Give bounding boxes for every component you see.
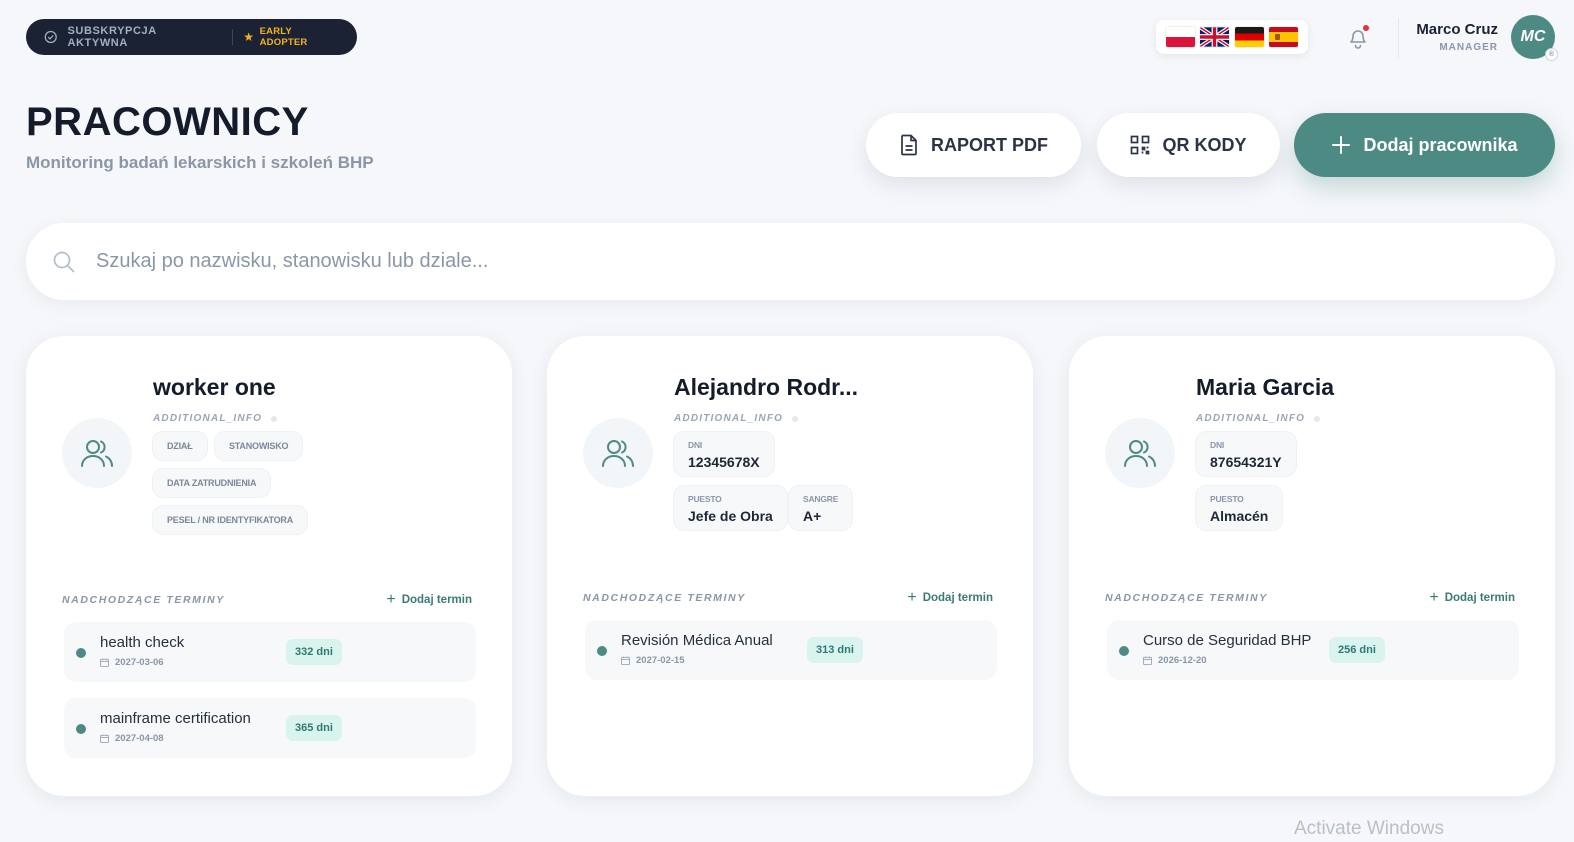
- language-switcher: [1156, 20, 1308, 54]
- search-input[interactable]: [96, 250, 1496, 273]
- upcoming-terms-label: NADCHODZĄCE TERMINY: [62, 594, 225, 606]
- term-name: mainframe certification: [100, 710, 251, 727]
- term-item[interactable]: mainframe certification 2027-04-08 365 d…: [64, 698, 476, 758]
- plus-icon: +: [907, 589, 917, 606]
- user-role: MANAGER: [1439, 42, 1498, 53]
- qr-codes-button[interactable]: QR KODY: [1097, 113, 1280, 177]
- term-date: 2027-04-08: [100, 733, 164, 744]
- star-icon: ★: [243, 30, 255, 44]
- term-item[interactable]: Curso de Seguridad BHP 2026-12-20 256 dn…: [1107, 620, 1519, 680]
- field-blood-type: SANGRE A+: [789, 486, 853, 530]
- users-icon: [1124, 440, 1156, 467]
- add-term-button[interactable]: + Dodaj termin: [1429, 590, 1515, 606]
- tag-position: STANOWISKO: [215, 432, 303, 460]
- upcoming-terms-label: NADCHODZĄCE TERMINY: [583, 592, 746, 604]
- users-icon: [602, 440, 634, 467]
- days-left-badge: 332 dni: [286, 639, 342, 665]
- worker-avatar: [62, 418, 132, 488]
- tag-employment-date: DATA ZATRUDNIENIA: [153, 469, 271, 497]
- add-worker-button[interactable]: Dodaj pracownika: [1294, 113, 1555, 177]
- notification-dot: [1363, 25, 1369, 31]
- search-icon: [53, 251, 75, 272]
- term-date: 2026-12-20: [1143, 655, 1207, 666]
- document-icon: [901, 134, 917, 156]
- user-avatar[interactable]: MC ®: [1511, 15, 1558, 61]
- status-dot: [1119, 646, 1129, 656]
- term-item[interactable]: health check 2027-03-06 332 dni: [64, 622, 476, 682]
- term-name: Revisión Médica Anual: [621, 632, 773, 649]
- days-left-badge: 313 dni: [807, 637, 863, 663]
- early-adopter-label: EARLY ADOPTER: [259, 26, 308, 48]
- term-item[interactable]: Revisión Médica Anual 2027-02-15 313 dni: [585, 620, 997, 680]
- term-date: 2027-03-06: [100, 657, 164, 668]
- check-circle-icon: [44, 30, 57, 44]
- search-bar: [26, 223, 1555, 300]
- term-name: health check: [100, 634, 185, 651]
- qr-code-icon: [1131, 135, 1150, 155]
- field-dni: DNI 12345678X: [674, 432, 774, 476]
- field-dni: DNI 87654321Y: [1196, 432, 1296, 476]
- pill-divider: [232, 29, 234, 45]
- page-title: PRACOWNICY: [26, 100, 309, 144]
- calendar-icon: [100, 658, 109, 667]
- term-name: Curso de Seguridad BHP: [1143, 632, 1312, 649]
- calendar-icon: [1143, 656, 1152, 665]
- add-term-button[interactable]: + Dodaj termin: [386, 592, 472, 608]
- upcoming-terms-label: NADCHODZĄCE TERMINY: [1105, 592, 1268, 604]
- qr-codes-label: QR KODY: [1162, 134, 1247, 155]
- avatar-initials: MC: [1520, 28, 1546, 45]
- subscription-label: SUBSKRYPCJA AKTYWNA: [67, 25, 157, 49]
- status-dot: [597, 646, 607, 656]
- field-position: PUESTO Jefe de Obra: [674, 486, 787, 530]
- tag-id-number: PESEL / NR IDENTYFIKATORA: [153, 506, 308, 534]
- worker-card[interactable]: Alejandro Rodr... ADDITIONAL_INFO DNI 12…: [547, 336, 1033, 796]
- calendar-icon: [100, 734, 109, 743]
- additional-info-label: ADDITIONAL_INFO: [153, 413, 278, 424]
- additional-info-label: ADDITIONAL_INFO: [674, 413, 799, 424]
- worker-avatar: [583, 418, 653, 488]
- avatar-badge-icon: ®: [1545, 48, 1558, 61]
- worker-avatar: [1105, 418, 1175, 488]
- plus-icon: +: [1429, 589, 1439, 606]
- days-left-badge: 256 dni: [1329, 637, 1385, 663]
- worker-name: Maria Garcia: [1196, 374, 1335, 400]
- users-icon: [81, 440, 113, 467]
- windows-activation-watermark: Activate Windows: [1294, 818, 1444, 839]
- pdf-report-label: RAPORT PDF: [931, 134, 1048, 155]
- topbar-divider: [1398, 18, 1399, 58]
- add-worker-label: Dodaj pracownika: [1363, 134, 1518, 155]
- field-position: PUESTO Almacén: [1196, 486, 1283, 530]
- plus-icon: [1332, 136, 1351, 154]
- user-name: Marco Cruz: [1416, 21, 1498, 38]
- flag-de-icon[interactable]: [1234, 27, 1264, 47]
- worker-card[interactable]: Maria Garcia ADDITIONAL_INFO DNI 8765432…: [1069, 336, 1555, 796]
- worker-card[interactable]: worker one ADDITIONAL_INFO DZIAŁ STANOWI…: [26, 336, 512, 796]
- pdf-report-button[interactable]: RAPORT PDF: [866, 113, 1081, 177]
- flag-en-icon[interactable]: [1200, 27, 1230, 47]
- worker-name: Alejandro Rodr...: [674, 374, 859, 400]
- add-term-button[interactable]: + Dodaj termin: [907, 590, 993, 606]
- plus-icon: +: [386, 591, 396, 608]
- flag-es-icon[interactable]: [1269, 27, 1299, 47]
- notifications-bell-icon[interactable]: [1343, 24, 1373, 52]
- additional-info-label: ADDITIONAL_INFO: [1196, 413, 1321, 424]
- subscription-pill: SUBSKRYPCJA AKTYWNA ★ EARLY ADOPTER: [26, 19, 357, 55]
- worker-name: worker one: [153, 374, 276, 400]
- status-dot: [76, 648, 86, 658]
- page-subtitle: Monitoring badań lekarskich i szkoleń BH…: [26, 153, 374, 172]
- tag-department: DZIAŁ: [153, 432, 207, 460]
- status-dot: [76, 724, 86, 734]
- flag-pl-icon[interactable]: [1165, 27, 1195, 47]
- days-left-badge: 365 dni: [286, 715, 342, 741]
- term-date: 2027-02-15: [621, 655, 685, 666]
- calendar-icon: [621, 656, 630, 665]
